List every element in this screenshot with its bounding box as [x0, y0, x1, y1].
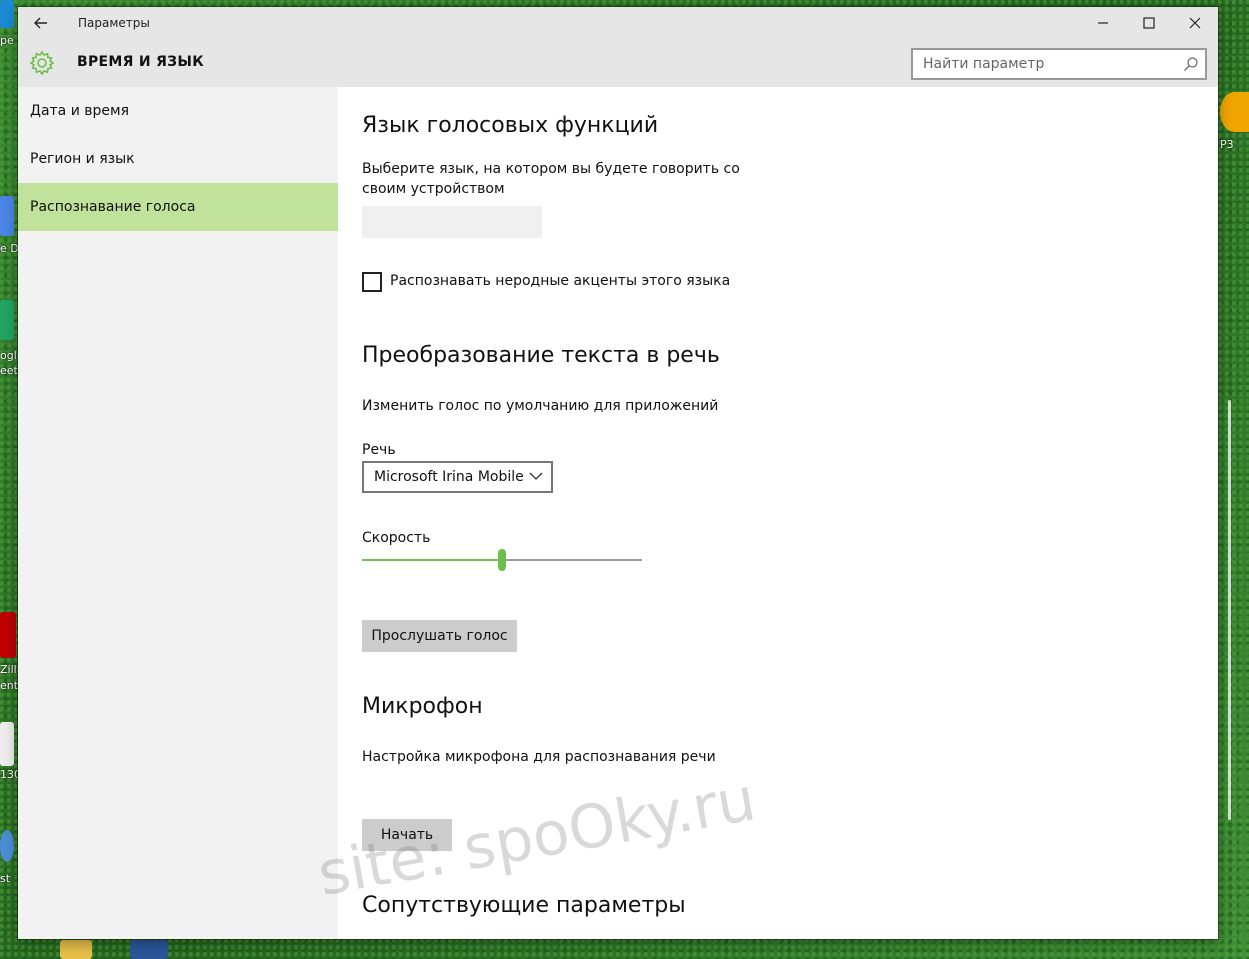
desktop-icon[interactable] [0, 612, 16, 658]
language-select[interactable] [362, 206, 542, 238]
voice-label: Речь [362, 442, 396, 458]
taskbar-icon[interactable] [60, 940, 92, 959]
search-input[interactable] [921, 55, 1187, 73]
desktop-icon-label: st [0, 872, 11, 885]
voice-dropdown[interactable]: Microsoft Irina Mobile [362, 461, 553, 493]
voice-language-heading: Язык голосовых функций [362, 113, 659, 138]
desktop-icon[interactable] [0, 722, 14, 766]
voice-language-description: Выберите язык, на котором вы будете гово… [362, 161, 740, 197]
settings-header: ВРЕМЯ И ЯЗЫК [18, 39, 1218, 87]
field-line [1228, 400, 1231, 820]
caption-buttons [1080, 7, 1218, 39]
desktop-icon[interactable] [0, 830, 14, 862]
desktop-icon[interactable] [0, 300, 14, 340]
close-icon [1189, 17, 1201, 29]
sidebar-item-date-time[interactable]: Дата и время [18, 87, 338, 135]
sidebar-item-label: Регион и язык [30, 151, 135, 167]
listen-voice-button[interactable]: Прослушать голос [362, 620, 517, 652]
sidebar-item-region-language[interactable]: Регион и язык [18, 135, 338, 183]
minimize-icon [1098, 22, 1108, 24]
desktop-icon-label: pe [0, 34, 14, 47]
accent-checkbox-label[interactable]: Распознавать неродные акценты этого язык… [390, 271, 730, 291]
sidebar-item-label: Распознавание голоса [30, 199, 196, 215]
title-bar: Параметры [18, 7, 1218, 39]
tts-heading: Преобразование текста в речь [362, 343, 720, 368]
maximize-icon [1143, 17, 1155, 29]
voice-dropdown-value: Microsoft Irina Mobile [374, 469, 524, 485]
sidebar: Дата и время Регион и язык Распознавание… [18, 87, 338, 939]
search-icon[interactable] [1183, 56, 1199, 72]
desktop-icon[interactable] [0, 0, 14, 28]
section-title: ВРЕМЯ И ЯЗЫК [77, 54, 204, 70]
sidebar-item-speech[interactable]: Распознавание голоса [18, 183, 338, 231]
accent-checkbox[interactable] [362, 272, 382, 292]
minimize-button[interactable] [1080, 7, 1126, 39]
chevron-down-icon [529, 472, 543, 480]
desktop-icon[interactable] [1220, 92, 1249, 132]
gear-icon [29, 50, 55, 76]
desktop-icon-label: ent [0, 679, 19, 692]
desktop-icon-label: P3 [1220, 138, 1234, 151]
microphone-description: Настройка микрофона для распознавания ре… [362, 749, 716, 765]
slider-fill [362, 559, 502, 561]
window-title: Параметры [78, 16, 150, 30]
close-button[interactable] [1172, 7, 1218, 39]
back-arrow-icon [34, 17, 47, 29]
speed-slider[interactable] [362, 547, 642, 573]
taskbar-icon[interactable] [130, 940, 168, 959]
microphone-heading: Микрофон [362, 694, 483, 719]
search-box[interactable] [911, 48, 1207, 80]
sidebar-item-label: Дата и время [30, 103, 129, 119]
related-settings-heading: Сопутствующие параметры [362, 893, 686, 918]
maximize-button[interactable] [1126, 7, 1172, 39]
tts-description: Изменить голос по умолчанию для приложен… [362, 398, 719, 414]
slider-thumb[interactable] [498, 549, 506, 571]
speed-label: Скорость [362, 530, 431, 546]
back-button[interactable] [18, 7, 64, 39]
desktop-icon[interactable] [0, 196, 14, 236]
